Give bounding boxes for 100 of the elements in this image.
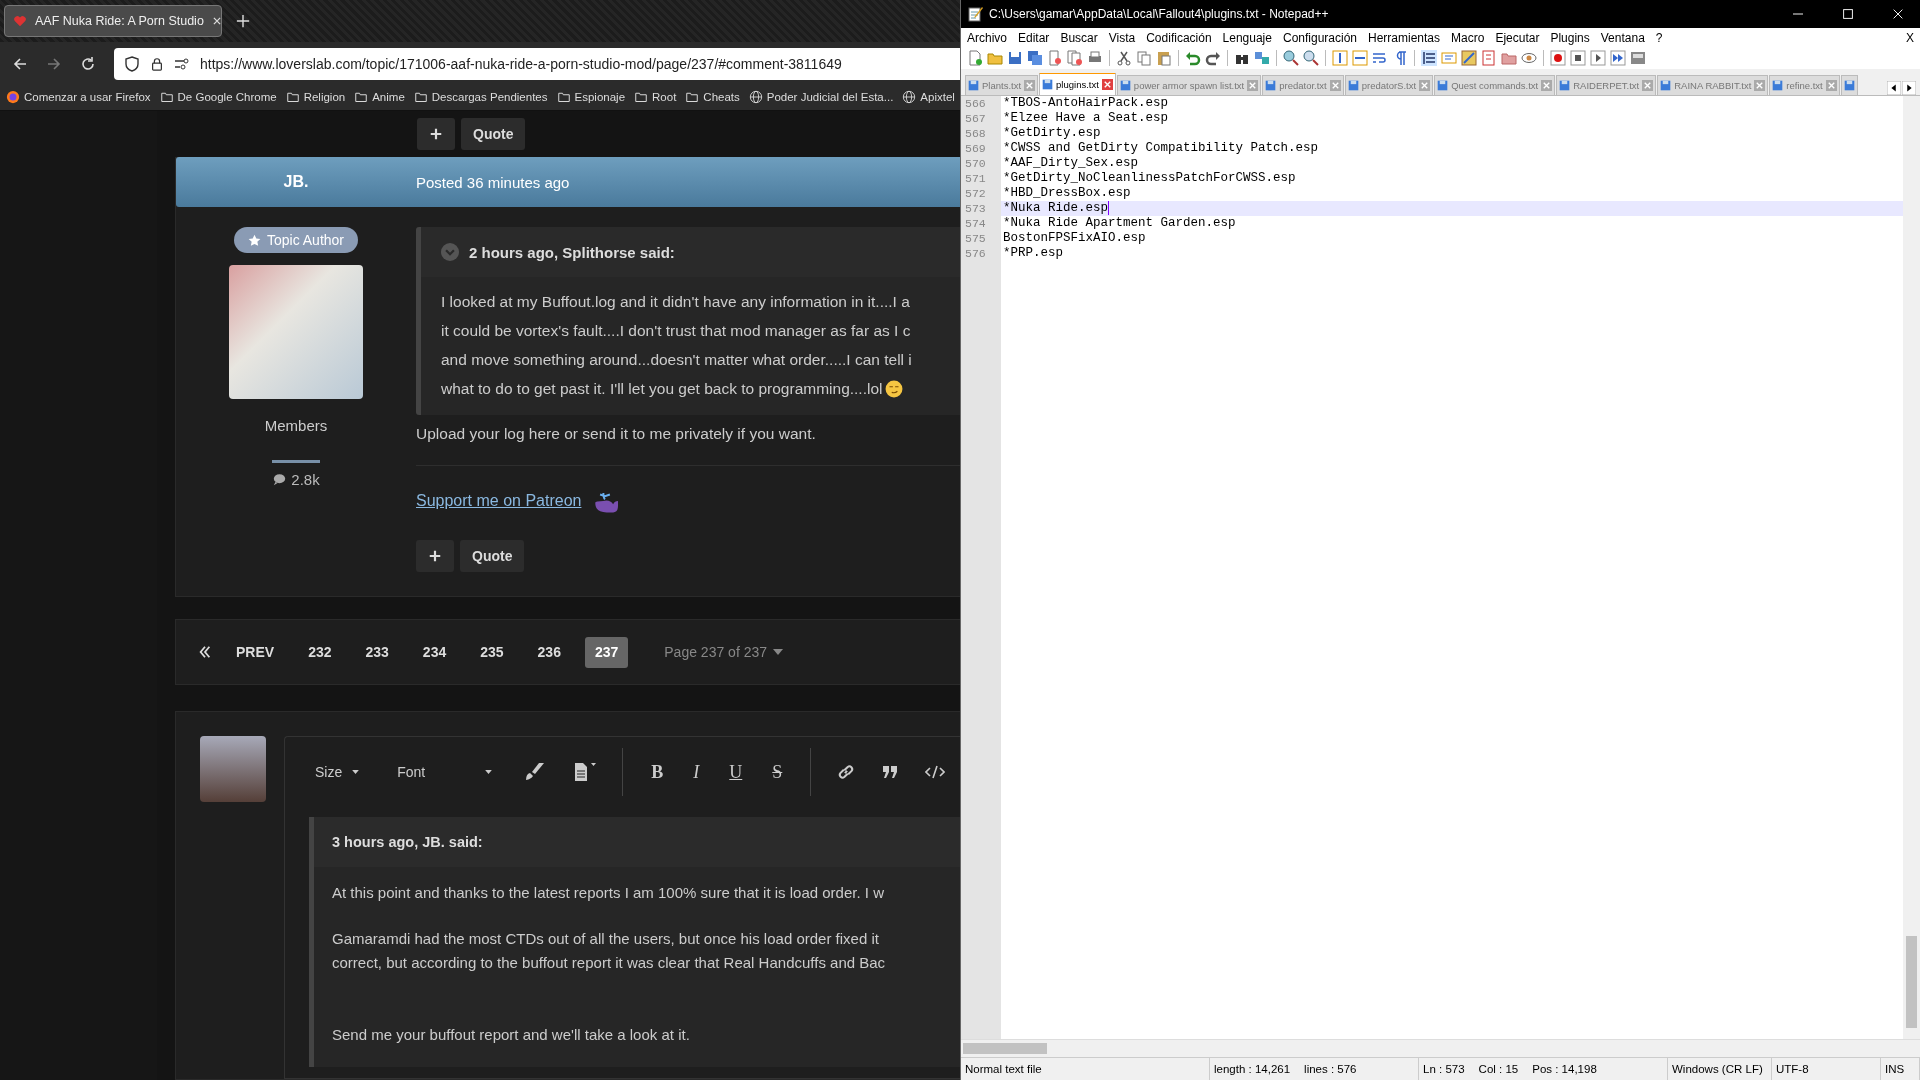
page-link[interactable]: 232	[298, 636, 342, 668]
menu-item[interactable]: Plugins	[1550, 30, 1590, 45]
bookmark[interactable]: De Google Chrome	[159, 91, 277, 103]
file-tab[interactable]: predatorS.txt	[1344, 75, 1434, 95]
file-save-icon	[1119, 80, 1131, 91]
prev-link[interactable]: PREV	[226, 636, 285, 668]
menu-item[interactable]: Ejecutar	[1495, 30, 1540, 45]
bookmark[interactable]: Cheats	[685, 91, 740, 103]
sync-vertical-icon[interactable]	[1332, 50, 1348, 66]
tab-close-icon	[1101, 79, 1113, 90]
function-list-icon[interactable]	[1481, 50, 1497, 66]
menu-item[interactable]: Buscar	[1060, 30, 1098, 45]
avatar-image[interactable]	[200, 736, 266, 802]
save-macro-icon[interactable]	[1630, 50, 1646, 66]
bookmark[interactable]: Root	[634, 91, 677, 103]
bookmark[interactable]: Apixtel	[902, 90, 955, 104]
vertical-scrollbar[interactable]	[1903, 96, 1920, 1039]
zoom-in-icon[interactable]	[1283, 50, 1299, 66]
globe-icon	[902, 90, 917, 104]
close-document-button[interactable]: X	[1906, 30, 1914, 45]
indent-guide-icon[interactable]	[1421, 50, 1437, 66]
sync-horizontal-icon[interactable]	[1352, 50, 1368, 66]
menu-item[interactable]: Macro	[1451, 30, 1485, 45]
bookmark[interactable]: Espionaje	[556, 91, 626, 103]
menu-item[interactable]: Editar	[1018, 30, 1050, 45]
editor-box[interactable]	[284, 736, 960, 1079]
tab-close-icon	[1419, 80, 1431, 91]
page-link[interactable]: 233	[355, 636, 399, 668]
format-button[interactable]: I	[691, 761, 702, 783]
tab-close-icon	[1825, 80, 1837, 91]
file-tab[interactable]	[1840, 75, 1858, 95]
new-tab-icon	[236, 14, 250, 28]
play-icon[interactable]	[1590, 50, 1606, 66]
stop-icon[interactable]	[1570, 50, 1586, 66]
close-all-icon[interactable]	[1067, 50, 1083, 66]
status-text: length : 14,261	[1214, 1063, 1291, 1075]
menu-item[interactable]: Configuración	[1282, 30, 1357, 45]
map-icon[interactable]	[1461, 50, 1477, 66]
page-link[interactable]: 234	[412, 636, 457, 668]
menu-item[interactable]: Vista	[1108, 30, 1136, 45]
format-button[interactable]: S	[770, 761, 785, 783]
quote-icon	[881, 764, 900, 780]
open-folder-icon[interactable]	[987, 50, 1003, 66]
menu-item[interactable]: ?	[1655, 30, 1663, 45]
font-dropdown[interactable]: Font	[391, 763, 499, 781]
cut-icon[interactable]	[1116, 50, 1132, 66]
status-text: INS	[1885, 1063, 1905, 1075]
fast-forward-icon[interactable]	[1610, 50, 1626, 66]
code-line: *TBOS-AntoHairPack.esp	[1003, 96, 1169, 110]
size-dropdown[interactable]: Size	[309, 763, 366, 781]
patreon-link[interactable]: Support me on Patreon	[416, 492, 582, 510]
quote-header: 2 hours ago, Splithorse said:	[469, 243, 675, 261]
file-tab[interactable]: Plants.txt	[965, 75, 1039, 95]
bookmark[interactable]: Religion	[285, 91, 346, 103]
file-tab[interactable]: plugins.txt	[1039, 73, 1116, 95]
horizontal-scrollbar[interactable]	[961, 1039, 1920, 1057]
bookmark[interactable]: Descargas Pendientes	[413, 91, 548, 103]
page-link[interactable]: 236	[527, 636, 571, 668]
add-button[interactable]	[417, 118, 455, 150]
line-number: 575	[964, 231, 987, 246]
zoom-out-icon[interactable]	[1303, 50, 1319, 66]
folder-icon[interactable]	[1501, 50, 1517, 66]
line-number: 568	[964, 126, 987, 141]
menu-item[interactable]: Herramientas	[1368, 30, 1441, 45]
page-link[interactable]: 235	[470, 636, 514, 668]
bookmark[interactable]: Anime	[354, 91, 405, 103]
new-file-icon[interactable]	[967, 50, 983, 66]
close-file-icon[interactable]	[1047, 50, 1063, 66]
back-icon	[12, 56, 28, 72]
page-jump-dropdown[interactable]: Page 237 of 237	[664, 644, 784, 660]
add-button[interactable]	[416, 540, 454, 572]
save-all-icon[interactable]	[1027, 50, 1043, 66]
bookmark[interactable]: Comenzar a usar Firefox	[6, 90, 151, 104]
quote-button[interactable]: Quote	[461, 118, 526, 150]
menu-item[interactable]: Archivo	[967, 30, 1007, 45]
record-icon[interactable]	[1550, 50, 1566, 66]
redo-icon[interactable]	[1205, 50, 1221, 66]
page-link[interactable]: 237	[584, 636, 629, 668]
browser-tab[interactable]: AAF Nuka Ride: A Porn Studio	[4, 5, 222, 37]
undo-icon[interactable]	[1185, 50, 1201, 66]
save-icon[interactable]	[1007, 50, 1023, 66]
author-name[interactable]: JB.	[176, 173, 416, 191]
line-number: 567	[964, 111, 987, 126]
file-save-icon	[1660, 80, 1672, 91]
file-tab[interactable]: power armor spawn list.txt	[1116, 75, 1262, 95]
file-tab[interactable]: Quest commands.txt	[1434, 75, 1556, 95]
address-bar[interactable]: https://www.loverslab.com/topic/171006-aaf-nuka-ride-a-porn-studio-mod/page/237/#comment-3811649	[114, 48, 960, 80]
status-text: Pos : 14,198	[1532, 1063, 1597, 1075]
quote-text: what to do to get past it. I'll let you get back to programming....lol	[441, 379, 883, 399]
menu-item[interactable]: Codificación	[1146, 30, 1212, 45]
menu-item[interactable]: Lenguaje	[1222, 30, 1272, 45]
quote-button[interactable]: Quote	[460, 540, 525, 572]
member-group: Members	[264, 417, 328, 434]
word-wrap-icon[interactable]	[1372, 50, 1388, 66]
menu-item[interactable]: Ventana	[1600, 30, 1645, 45]
paste-icon[interactable]	[1156, 50, 1172, 66]
format-button[interactable]: U	[727, 761, 745, 783]
format-button[interactable]: B	[649, 761, 666, 783]
bookmark[interactable]: Poder Judicial del Esta...	[748, 90, 894, 104]
eye-icon[interactable]	[1521, 50, 1537, 66]
